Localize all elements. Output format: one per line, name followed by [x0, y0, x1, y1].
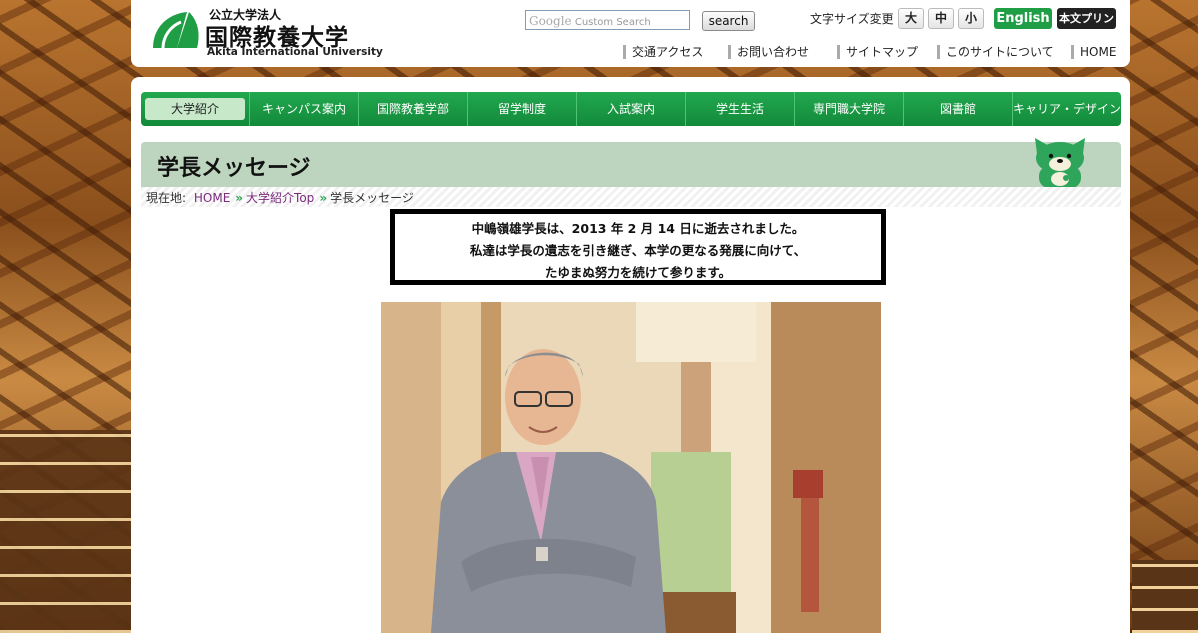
nav-item-career[interactable]: キャリア・デザイン [1013, 92, 1121, 126]
font-size-small-button[interactable]: 小 [958, 8, 984, 29]
breadcrumb-label: 現在地: [146, 191, 187, 205]
search-brand: Google [529, 14, 572, 28]
breadcrumb-current: 学長メッセージ [330, 191, 414, 205]
util-link-about-site[interactable]: このサイトについて [937, 45, 1054, 59]
breadcrumb-about-link[interactable]: 大学紹介Top [246, 191, 314, 205]
nav-item-about[interactable]: 大学紹介 [141, 92, 250, 126]
nav-item-admissions[interactable]: 入試案内 [577, 92, 686, 126]
font-size-medium-button[interactable]: 中 [928, 8, 954, 29]
util-link-sitemap[interactable]: サイトマップ [837, 45, 918, 59]
util-link-contact[interactable]: お問い合わせ [728, 45, 809, 59]
english-button[interactable]: English [994, 8, 1052, 29]
notice-line-2: 私達は学長の遺志を引き継ぎ、本学の更なる発展に向けて、 [469, 243, 807, 258]
memorial-notice: 中嶋嶺雄学長は、2013 年 2 月 14 日に逝去されました。 私達は学長の遺… [390, 209, 886, 285]
breadcrumb-bar: 現在地: HOME» 大学紹介Top» 学長メッセージ [141, 187, 1121, 207]
logo-english: Akita International University [207, 46, 383, 58]
page-title: 学長メッセージ [157, 156, 311, 181]
breadcrumb: 現在地: HOME» 大学紹介Top» 学長メッセージ [146, 189, 414, 206]
site-header: 公立大学法人 国際教養大学 Akita International Univer… [131, 0, 1130, 67]
background-shelves [0, 430, 131, 633]
breadcrumb-chevron-icon: » [319, 191, 327, 205]
font-size-label: 文字サイズ変更 [810, 12, 894, 26]
print-button[interactable]: 本文プリント [1057, 8, 1116, 46]
nav-item-label: 大学紹介 [145, 98, 245, 120]
site-logo[interactable]: 公立大学法人 国際教養大学 Akita International Univer… [147, 4, 383, 60]
search-button[interactable]: search [702, 11, 755, 31]
breadcrumb-home-link[interactable]: HOME [194, 191, 230, 205]
nav-item-graduate[interactable]: 専門職大学院 [795, 92, 904, 126]
background-shelves-right [1132, 560, 1198, 633]
search-input[interactable]: Google Custom Search [525, 10, 690, 30]
util-link-access[interactable]: 交通アクセス [623, 45, 703, 59]
dog-mascot-icon [1035, 138, 1085, 188]
president-photo [381, 302, 881, 633]
main-panel: 大学紹介 キャンパス案内 国際教養学部 留学制度 入試案内 学生生活 専門職大学… [131, 77, 1130, 633]
logo-mark-icon [153, 12, 199, 49]
president-figure-image [431, 302, 823, 633]
breadcrumb-chevron-icon: » [235, 191, 243, 205]
notice-line-1: 中嶋嶺雄学長は、2013 年 2 月 14 日に逝去されました。 [471, 221, 805, 236]
nav-item-library[interactable]: 図書館 [904, 92, 1013, 126]
util-link-home[interactable]: HOME [1071, 45, 1116, 59]
font-size-large-button[interactable]: 大 [898, 8, 924, 29]
nav-item-faculty[interactable]: 国際教養学部 [359, 92, 468, 126]
notice-line-3: たゆまぬ努力を続けて参ります。 [544, 265, 732, 280]
global-nav: 大学紹介 キャンパス案内 国際教養学部 留学制度 入試案内 学生生活 専門職大学… [141, 92, 1121, 126]
page-title-bar: 学長メッセージ [141, 138, 1121, 188]
nav-item-study-abroad[interactable]: 留学制度 [468, 92, 577, 126]
search-placeholder: Custom Search [574, 17, 651, 28]
nav-item-campus[interactable]: キャンパス案内 [250, 92, 359, 126]
nav-item-student-life[interactable]: 学生生活 [686, 92, 795, 126]
